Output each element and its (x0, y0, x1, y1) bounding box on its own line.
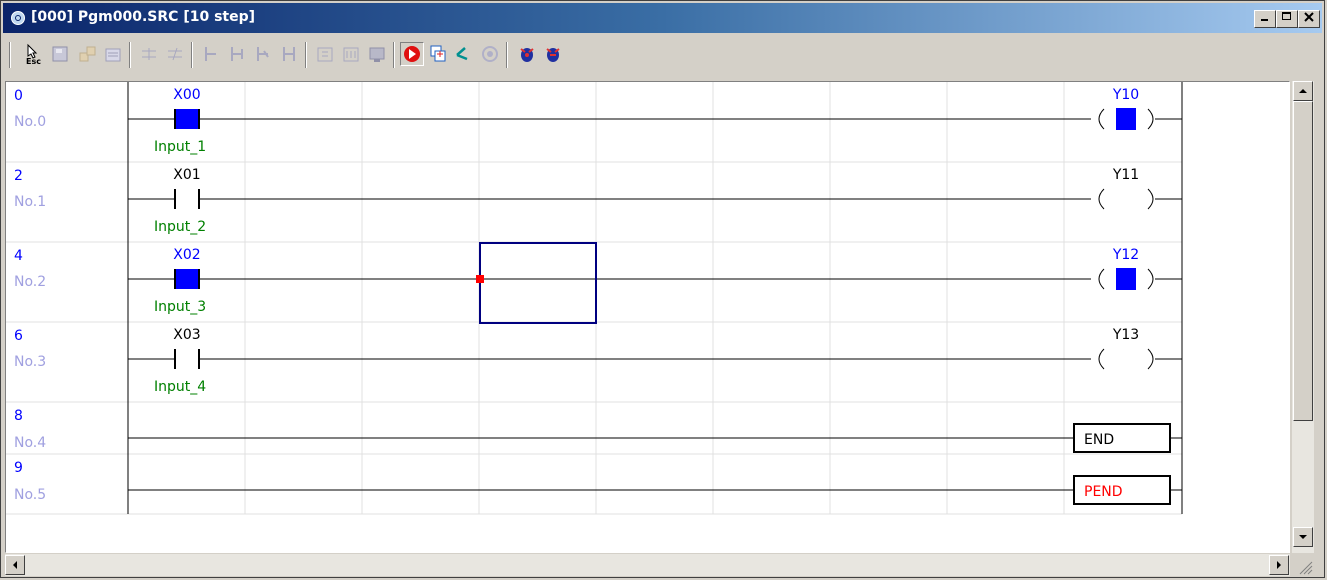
contact-address[interactable]: X02 (173, 247, 200, 263)
coil-right-arc (1147, 268, 1154, 290)
run-icon[interactable] (400, 42, 424, 66)
find-icon[interactable] (277, 42, 301, 66)
contact-address[interactable]: X00 (173, 87, 200, 103)
contact-comment: Input_3 (154, 299, 206, 315)
program-window: [000] Pgm000.SRC [10 step] Esc 0 No.0 X0… (0, 0, 1325, 578)
contact-active-fill (176, 269, 198, 289)
force-icon[interactable] (541, 42, 565, 66)
toolbar-separator (305, 42, 307, 68)
upload-icon[interactable] (339, 42, 363, 66)
cursor-marker (476, 275, 484, 283)
rung-label: No.4 (14, 435, 46, 451)
coil-left-arc (1098, 268, 1105, 290)
rung-label: No.1 (14, 194, 46, 210)
window-icon (11, 11, 25, 25)
contact-comment: Input_2 (154, 219, 206, 235)
minimize-button[interactable] (1254, 10, 1276, 28)
coil-left-arc (1098, 188, 1105, 210)
toolbar: Esc (5, 36, 1320, 78)
download-icon[interactable] (313, 42, 337, 66)
horizontal-scrollbar[interactable] (5, 554, 1290, 576)
read-icon[interactable] (75, 42, 99, 66)
debug-icon[interactable] (515, 42, 539, 66)
contact-address[interactable]: X03 (173, 327, 200, 343)
copy-icon[interactable] (199, 42, 223, 66)
cut-icon[interactable] (225, 42, 249, 66)
coil-address[interactable]: Y13 (1112, 327, 1139, 343)
step-number: 4 (14, 248, 23, 264)
toolbar-separator (506, 42, 508, 68)
rung-label: No.0 (14, 114, 46, 130)
cycle-icon[interactable] (426, 42, 450, 66)
step-number: 0 (14, 88, 23, 104)
coil-active-fill (1116, 108, 1136, 130)
step-number: 6 (14, 328, 23, 344)
step-number: 9 (14, 460, 23, 476)
scroll-right-button[interactable] (1269, 555, 1289, 575)
resize-grip[interactable] (1294, 556, 1314, 576)
coil-left-arc (1098, 108, 1105, 130)
esc-icon[interactable]: Esc (23, 42, 47, 66)
toolbar-separator (393, 42, 395, 68)
write-icon[interactable] (49, 42, 73, 66)
coil-right-arc (1147, 188, 1154, 210)
coil-right-arc (1147, 348, 1154, 370)
coil-address[interactable]: Y10 (1112, 87, 1139, 103)
coil-left-arc (1098, 348, 1105, 370)
compare-icon[interactable] (101, 42, 125, 66)
window-title: [000] Pgm000.SRC [10 step] (31, 9, 256, 25)
instruction-name: PEND (1084, 484, 1123, 500)
step-number: 2 (14, 168, 23, 184)
paste-icon[interactable] (251, 42, 275, 66)
scroll-left-button[interactable] (5, 555, 25, 575)
coil-address[interactable]: Y12 (1112, 247, 1139, 263)
coil-active-fill (1116, 268, 1136, 290)
step-number: 8 (14, 408, 23, 424)
insert-icon[interactable] (137, 42, 161, 66)
contact-comment: Input_1 (154, 139, 206, 155)
vertical-scrollbar[interactable] (1292, 81, 1314, 553)
rung-label: No.3 (14, 354, 46, 370)
scroll-up-button[interactable] (1293, 81, 1313, 101)
close-button[interactable] (1298, 10, 1320, 28)
toolbar-separator (191, 42, 193, 68)
delete-icon[interactable] (163, 42, 187, 66)
contact-comment: Input_4 (154, 379, 206, 395)
selection-cursor[interactable] (479, 242, 597, 324)
contact-active-fill (176, 109, 198, 129)
wire-icon[interactable] (452, 42, 476, 66)
toolbar-separator (129, 42, 131, 68)
coil-address[interactable]: Y11 (1112, 167, 1139, 183)
toolbar-grip (9, 42, 11, 68)
rung-label: No.5 (14, 487, 46, 503)
rung-label: No.2 (14, 274, 46, 290)
monitor-icon[interactable] (365, 42, 389, 66)
maximize-button[interactable] (1276, 10, 1298, 28)
instruction-name: END (1084, 432, 1114, 448)
esc-label: Esc (26, 57, 41, 65)
title-bar[interactable]: [000] Pgm000.SRC [10 step] (3, 3, 1322, 33)
scroll-down-button[interactable] (1293, 527, 1313, 547)
ladder-diagram[interactable]: 0 No.0 X00 Input_1 Y10 2 No.1 X01 Input_2 Y11 4 No.… (6, 82, 1289, 552)
vertical-scroll-thumb[interactable] (1293, 101, 1313, 421)
coil-right-arc (1147, 108, 1154, 130)
ladder-editor[interactable]: 0 No.0 X00 Input_1 Y10 2 No.1 X01 Input_2 Y11 4 No.… (5, 81, 1290, 553)
contact-address[interactable]: X01 (173, 167, 200, 183)
stop-icon[interactable] (478, 42, 502, 66)
